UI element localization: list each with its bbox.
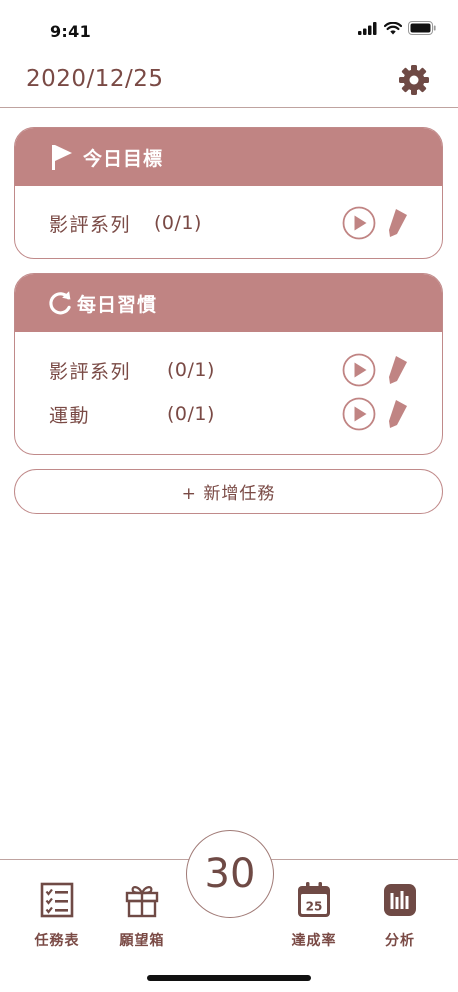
play-icon: [342, 206, 376, 240]
settings-button[interactable]: [397, 63, 431, 97]
play-icon: [342, 353, 376, 387]
signal-icon: [358, 21, 377, 35]
home-indicator: [147, 975, 311, 981]
daily-habits-title: 每日習慣: [77, 293, 158, 316]
refresh-icon: [47, 290, 73, 316]
daily-habits-header: 每日習慣: [15, 274, 442, 332]
edit-button[interactable]: [385, 397, 411, 431]
task-name: 影評系列: [49, 360, 132, 383]
play-button[interactable]: [342, 397, 376, 431]
battery-icon: [408, 21, 436, 35]
tab-achievement-rate[interactable]: 25 達成率: [284, 882, 344, 950]
tab-label: 分析: [385, 933, 415, 949]
today-goals-card: 今日目標 影評系列 (0/1): [14, 127, 443, 259]
play-button[interactable]: [342, 206, 376, 240]
tab-label: 達成率: [291, 933, 337, 949]
task-name: 影評系列: [49, 213, 132, 236]
calendar-icon: 25: [298, 882, 330, 917]
today-goals-title: 今日目標: [83, 147, 164, 170]
tab-label: 任務表: [34, 933, 80, 949]
task-row: 影評系列 (0/1): [15, 348, 442, 392]
task-row: 運動 (0/1): [15, 392, 442, 436]
task-name: 運動: [49, 404, 91, 427]
today-goals-header: 今日目標: [15, 128, 442, 186]
task-progress: (0/1): [167, 403, 215, 425]
play-icon: [342, 397, 376, 431]
task-row: 影評系列 (0/1): [15, 201, 442, 245]
daily-habits-card: 每日習慣 影評系列 (0/1) 運動 (0/1): [14, 273, 443, 455]
task-progress: (0/1): [154, 212, 202, 234]
play-button[interactable]: [342, 353, 376, 387]
task-progress: (0/1): [167, 359, 215, 381]
date-title: 2020/12/25: [26, 66, 164, 92]
pencil-icon: [389, 209, 407, 237]
wifi-icon: [384, 21, 402, 34]
edit-button[interactable]: [385, 353, 411, 387]
add-task-button[interactable]: + 新增任務: [14, 469, 443, 514]
status-time: 9:41: [50, 22, 91, 41]
header: 2020/12/25: [0, 58, 458, 108]
timer-button[interactable]: 30: [186, 830, 274, 918]
calendar-badge: 25: [306, 900, 323, 914]
status-icons: [358, 21, 436, 35]
checklist-icon: [40, 882, 74, 918]
pencil-icon: [389, 400, 407, 428]
tab-label: 願望箱: [119, 933, 165, 949]
flag-icon: [49, 144, 75, 170]
bar-chart-icon: [384, 884, 416, 916]
pencil-icon: [389, 356, 407, 384]
tab-analysis[interactable]: 分析: [370, 882, 430, 950]
tab-task-list[interactable]: 任務表: [27, 882, 87, 950]
status-bar: 9:41: [0, 0, 458, 58]
gear-icon: [399, 65, 429, 95]
gift-icon: [125, 886, 159, 918]
tab-wish-box[interactable]: 願望箱: [112, 882, 172, 950]
edit-button[interactable]: [385, 206, 411, 240]
